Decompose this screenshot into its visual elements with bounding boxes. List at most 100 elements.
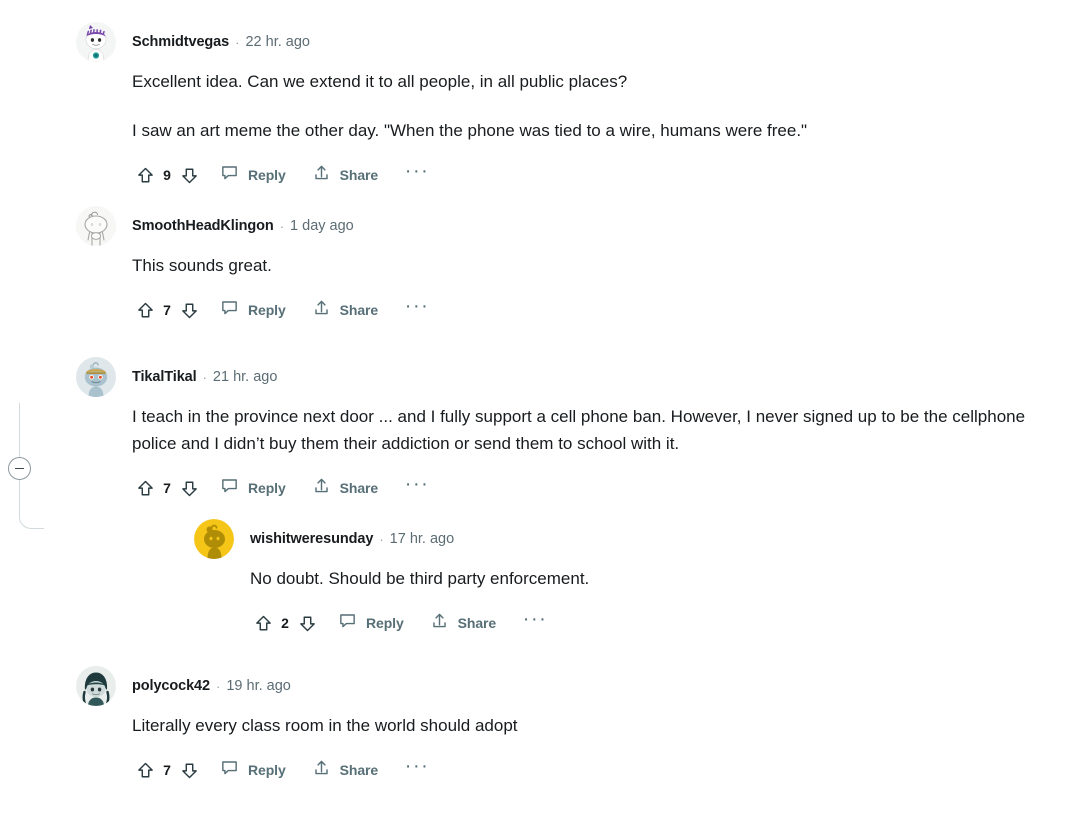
share-button[interactable]: Share [312,758,378,782]
separator-dot: · [202,369,207,385]
share-icon [312,298,331,322]
comment-paragraph: Literally every class room in the world … [132,716,518,735]
separator-dot: · [216,678,221,694]
vote-group: 2 [250,610,320,636]
vote-group: 7 [132,297,202,323]
share-icon [312,758,331,782]
avatar[interactable] [76,22,116,62]
separator-dot: · [379,531,384,547]
vote-count: 7 [163,302,171,318]
comment-actions: 7 Reply Share ··· [76,293,1040,327]
vote-count: 2 [281,615,289,631]
comment-timestamp: 17 hr. ago [389,531,455,547]
comment-author[interactable]: Schmidtvegas [132,34,229,50]
avatar[interactable] [76,206,116,246]
minus-icon [15,468,24,469]
share-label: Share [339,762,379,778]
vote-group: 7 [132,757,202,783]
snoo-dark-hood-avatar-icon [76,666,116,706]
downvote-icon[interactable] [176,475,202,501]
upvote-icon[interactable] [132,162,158,188]
comment-timestamp: 21 hr. ago [212,369,278,385]
vote-group: 9 [132,162,202,188]
snoo-gold-avatar-icon [194,519,234,559]
share-label: Share [339,167,379,183]
comment-body: I teach in the province next door ... an… [76,397,1040,457]
share-label: Share [339,302,379,318]
thread-line [19,403,20,457]
avatar[interactable] [194,519,234,559]
avatar[interactable] [76,357,116,397]
comment: TikalTikal · 21 hr. ago I teach in the p… [0,357,1080,640]
collapse-thread-button[interactable] [8,457,31,480]
reply-button[interactable]: Reply [220,476,286,500]
share-button[interactable]: Share [312,476,378,500]
reply-button[interactable]: Reply [220,298,286,322]
more-options-button[interactable]: ··· [404,158,430,193]
reply-button[interactable]: Reply [220,163,286,187]
comment: Schmidtvegas · 22 hr. ago Excellent idea… [0,22,1080,192]
comment-paragraph: Excellent idea. Can we extend it to all … [132,72,628,91]
downvote-icon[interactable] [176,757,202,783]
share-icon [312,476,331,500]
comment-paragraph: I saw an art meme the other day. "When t… [132,121,808,140]
more-options-button[interactable]: ··· [404,753,430,788]
comment-body: No doubt. Should be third party enforcem… [194,559,1000,592]
comment-timestamp: 1 day ago [290,218,354,234]
comment-bubble-icon [220,163,239,187]
more-options-button[interactable]: ··· [404,471,430,506]
upvote-icon[interactable] [132,475,158,501]
share-button[interactable]: Share [312,163,378,187]
comment-header: polycock42 · 19 hr. ago [76,666,1040,706]
upvote-icon[interactable] [132,297,158,323]
comment-timestamp: 22 hr. ago [245,34,310,50]
comment-paragraph: No doubt. Should be third party enforcem… [250,569,590,588]
vote-group: 7 [132,475,202,501]
comment-author[interactable]: polycock42 [132,678,210,694]
vote-count: 7 [163,480,171,496]
vote-count: 9 [163,167,171,183]
comment: SmoothHeadKlingon · 1 day ago This sound… [0,206,1080,327]
separator-dot: · [279,218,285,234]
reply-label: Reply [248,302,286,318]
snoo-purple-hair-avatar-icon [76,22,116,62]
downvote-icon[interactable] [176,297,202,323]
comment-bubble-icon [220,758,239,782]
snoo-white-sketch-avatar-icon [76,206,116,246]
share-icon [430,611,449,635]
share-button[interactable]: Share [312,298,378,322]
comment-timestamp: 19 hr. ago [226,678,291,694]
more-options-button[interactable]: ··· [522,606,548,641]
comment-actions: 7 Reply Share ··· [76,753,1040,787]
comment-actions: 7 Reply Share ··· [76,471,1040,505]
comment-bubble-icon [338,611,357,635]
downvote-icon[interactable] [176,162,202,188]
comment-paragraph: This sounds great. [132,256,272,275]
comment-author[interactable]: TikalTikal [132,369,197,385]
more-options-button[interactable]: ··· [404,293,430,328]
comment-actions: 2 Reply Share ··· [194,606,1000,640]
share-button[interactable]: Share [430,611,496,635]
upvote-icon[interactable] [250,610,276,636]
reply-button[interactable]: Reply [338,611,404,635]
reply-label: Reply [248,762,286,778]
share-icon [312,163,331,187]
thread-elbow [19,480,44,529]
comment-author[interactable]: wishitweresunday [250,531,373,547]
share-label: Share [339,480,379,496]
comment-body: Excellent idea. Can we extend it to all … [76,62,1040,144]
downvote-icon[interactable] [294,610,320,636]
comment-header: SmoothHeadKlingon · 1 day ago [76,206,1040,246]
vote-count: 7 [163,762,171,778]
comment-reply: wishitweresunday · 17 hr. ago No doubt. … [118,519,1040,640]
comment-author[interactable]: SmoothHeadKlingon [132,218,274,234]
avatar[interactable] [76,666,116,706]
reply-label: Reply [248,480,286,496]
reply-label: Reply [248,167,286,183]
reply-label: Reply [366,615,404,631]
comment-paragraph: I teach in the province next door ... an… [132,407,1026,453]
comment-body: Literally every class room in the world … [76,706,1040,739]
reply-button[interactable]: Reply [220,758,286,782]
comment-actions: 9 Reply Share ··· [76,158,1040,192]
upvote-icon[interactable] [132,757,158,783]
